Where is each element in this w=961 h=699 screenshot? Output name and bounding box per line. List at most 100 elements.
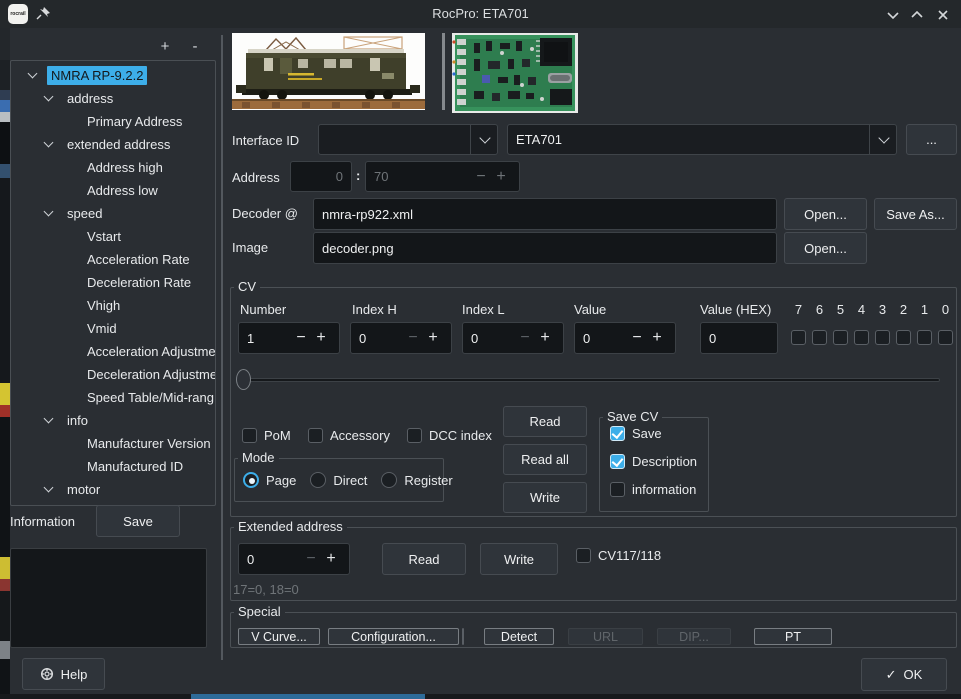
tree-item-motor[interactable]: motor: [11, 478, 215, 501]
tree-item-deceleration-adjustment[interactable]: Deceleration Adjustme: [11, 363, 215, 386]
slider-handle[interactable]: [236, 369, 251, 390]
information-textarea[interactable]: [10, 548, 207, 648]
help-button[interactable]: Help: [22, 658, 105, 690]
bit-4-checkbox[interactable]: [854, 330, 869, 345]
description-checkbox[interactable]: [610, 454, 625, 469]
tree-item-deceleration-rate[interactable]: Deceleration Rate: [11, 271, 215, 294]
tree-item-nmra[interactable]: NMRA RP-9.2.2: [11, 64, 215, 87]
minimize-button[interactable]: [885, 7, 901, 23]
decoder-save-as-button[interactable]: Save As...: [874, 198, 957, 230]
tree-item-vstart[interactable]: Vstart: [11, 225, 215, 248]
minus-button[interactable]: −: [301, 550, 321, 568]
font-decrease-button[interactable]: -: [186, 38, 204, 56]
minus-button[interactable]: −: [403, 329, 423, 347]
chevron-down-icon[interactable]: [44, 414, 54, 424]
pt-button[interactable]: PT: [754, 628, 832, 645]
bit-7-checkbox[interactable]: [791, 330, 806, 345]
mode-page-option[interactable]: Page: [243, 472, 296, 488]
decoder-open-button[interactable]: Open...: [784, 198, 867, 230]
plus-button[interactable]: +: [423, 329, 443, 347]
tree-item-extended-address[interactable]: extended address: [11, 133, 215, 156]
maximize-button[interactable]: [909, 7, 925, 23]
more-button[interactable]: ...: [906, 124, 957, 155]
tree-item-acceleration-adjustment[interactable]: Acceleration Adjustme: [11, 340, 215, 363]
plus-button[interactable]: +: [647, 329, 667, 347]
cv-value-hex-input[interactable]: 0: [700, 322, 778, 354]
mode-direct-option[interactable]: Direct: [310, 472, 367, 488]
configuration-button[interactable]: Configuration...: [328, 628, 459, 645]
tree-item-primary-address[interactable]: Primary Address: [11, 110, 215, 133]
chevron-down-icon[interactable]: [44, 92, 54, 102]
pom-checkbox[interactable]: [242, 428, 257, 443]
tree-item-info[interactable]: info: [11, 409, 215, 432]
bit-0-checkbox[interactable]: [938, 330, 953, 345]
cv-number-spinner[interactable]: 1 − +: [238, 322, 340, 354]
cv-index-l-spinner[interactable]: 0 − +: [462, 322, 564, 354]
save-checkbox[interactable]: [610, 426, 625, 441]
image-file-value: decoder.png: [322, 241, 394, 256]
detect-button[interactable]: Detect: [484, 628, 554, 645]
plus-button[interactable]: +: [311, 329, 331, 347]
tree-item-address-high[interactable]: Address high: [11, 156, 215, 179]
cv-read-all-button[interactable]: Read all: [503, 444, 587, 475]
interface-id-combo[interactable]: [318, 124, 498, 155]
bit-2-checkbox[interactable]: [896, 330, 911, 345]
register-radio[interactable]: [381, 472, 397, 488]
tree-item-speed[interactable]: speed: [11, 202, 215, 225]
bit-1-checkbox[interactable]: [917, 330, 932, 345]
tree-item-speed-table[interactable]: Speed Table/Mid-rang: [11, 386, 215, 409]
font-increase-button[interactable]: +: [156, 38, 174, 56]
ok-button[interactable]: ✓ OK: [861, 658, 947, 691]
minus-button[interactable]: −: [471, 168, 491, 186]
decoder-id-combo[interactable]: ETA701: [507, 124, 897, 155]
chevron-down-icon[interactable]: [28, 69, 38, 79]
cv-write-button[interactable]: Write: [503, 482, 587, 513]
information-save-button[interactable]: Save: [96, 505, 180, 537]
decoder-file-input[interactable]: nmra-rp922.xml: [313, 198, 777, 230]
plus-button[interactable]: +: [535, 329, 555, 347]
decoder-file-label: Decoder @: [232, 206, 298, 221]
accessory-checkbox[interactable]: [308, 428, 323, 443]
plus-button[interactable]: +: [321, 550, 341, 568]
tree-item-manufactured-id[interactable]: Manufactured ID: [11, 455, 215, 478]
chevron-down-icon[interactable]: [44, 138, 54, 148]
extended-write-button[interactable]: Write: [480, 543, 558, 575]
extended-read-button[interactable]: Read: [382, 543, 466, 575]
cv-read-button[interactable]: Read: [503, 406, 587, 437]
address-spinner[interactable]: 70 − +: [365, 161, 520, 192]
page-radio[interactable]: [243, 472, 259, 488]
panel-splitter[interactable]: [221, 35, 223, 660]
cv117-118-checkbox[interactable]: [576, 548, 591, 563]
plus-button[interactable]: +: [491, 168, 511, 186]
tree-item-vmid[interactable]: Vmid: [11, 317, 215, 340]
dcc-index-checkbox[interactable]: [407, 428, 422, 443]
bit-3-checkbox[interactable]: [875, 330, 890, 345]
tree-item-vhigh[interactable]: Vhigh: [11, 294, 215, 317]
close-button[interactable]: [935, 7, 951, 23]
minus-button[interactable]: −: [515, 329, 535, 347]
configuration-checkbox[interactable]: [462, 628, 464, 645]
chevron-down-icon[interactable]: [44, 483, 54, 493]
tree-item-manufacturer-version[interactable]: Manufacturer Version: [11, 432, 215, 455]
tree-item-address-low[interactable]: Address low: [11, 179, 215, 202]
cv-bit-labels: 7 6 5 4 3 2 1 0: [788, 302, 956, 317]
bit-5-checkbox[interactable]: [833, 330, 848, 345]
minus-button[interactable]: −: [291, 329, 311, 347]
minus-button[interactable]: −: [627, 329, 647, 347]
cv-index-h-spinner[interactable]: 0 − +: [350, 322, 452, 354]
direct-radio[interactable]: [310, 472, 326, 488]
cv-value-slider[interactable]: [240, 378, 940, 382]
tree-item-acceleration-rate[interactable]: Acceleration Rate: [11, 248, 215, 271]
address-value-field[interactable]: 0: [290, 161, 352, 192]
bit-6-checkbox[interactable]: [812, 330, 827, 345]
chevron-down-icon[interactable]: [44, 207, 54, 217]
information-checkbox[interactable]: [610, 482, 625, 497]
image-open-button[interactable]: Open...: [784, 232, 867, 264]
cv-value-spinner[interactable]: 0 − +: [574, 322, 676, 354]
v-curve-button[interactable]: V Curve...: [238, 628, 320, 645]
bit-label: 4: [851, 302, 872, 317]
tree-item-address[interactable]: address: [11, 87, 215, 110]
mode-register-option[interactable]: Register: [381, 472, 452, 488]
extended-address-spinner[interactable]: 0 − +: [238, 543, 350, 575]
image-file-input[interactable]: decoder.png: [313, 232, 777, 264]
